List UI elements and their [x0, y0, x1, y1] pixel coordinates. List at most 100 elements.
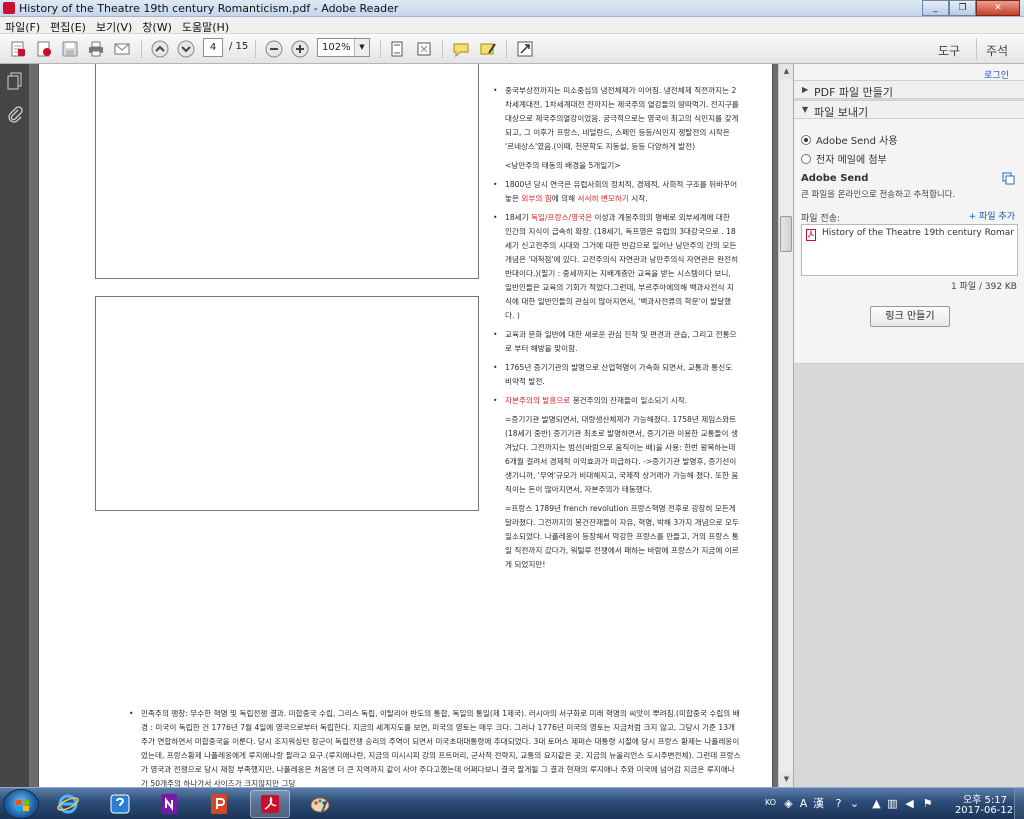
scrollbar-thumb[interactable] [780, 216, 792, 252]
add-file-link[interactable]: + 파일 추가 [969, 209, 1015, 222]
note-paragraph: =프랑스 1789년 french revolution 프랑스혁명 전후로 굉… [493, 502, 739, 572]
document-view[interactable]: 중국부상전까지는 미소중심의 냉전체제가 이어짐. 냉전체제 직전까지는 2차세… [29, 64, 778, 787]
section-create-pdf-label: PDF 파일 만들기 [814, 86, 894, 99]
highlighted-text: 독일/프랑스/영국은 [531, 213, 593, 222]
section-send-files[interactable]: ▼ 파일 보내기 [794, 100, 1024, 119]
tab-tools[interactable]: 도구 [938, 42, 960, 59]
hanja-icon[interactable]: 漢 [812, 797, 825, 810]
adobe-send-description: 큰 파일을 온라인으로 전송하고 추적합니다. [801, 190, 956, 200]
restore-button[interactable]: ❐ [949, 0, 976, 16]
zoom-select[interactable]: 102% ▼ [317, 38, 370, 57]
file-list[interactable]: History of the Theatre 19th century Roma… [801, 224, 1018, 276]
section-create-pdf[interactable]: ▶ PDF 파일 만들기 [794, 80, 1024, 99]
ime-icon[interactable]: ◈ [782, 797, 795, 810]
paint-icon[interactable] [300, 790, 340, 818]
tools-pane: 로그인 ▶ PDF 파일 만들기 ▼ 파일 보내기 Adobe Send 사용 … [793, 64, 1024, 787]
ime-mode-icon[interactable]: A [797, 797, 810, 810]
highlighted-text: 자본주의의 발흥으로 [505, 396, 571, 405]
action-center-icon[interactable]: ⚑ [921, 797, 934, 810]
toolbar-separator [255, 40, 256, 58]
language-indicator[interactable]: KO [765, 798, 776, 807]
note-text: 중국부상전까지는 미소중심의 냉전체제가 이어짐. 냉전체제 직전까지는 2차세… [505, 86, 739, 151]
menu-bar: 파일(F) 편집(E) 보기(V) 창(W) 도움말(H) [0, 17, 1024, 34]
note-bullet: 1765년 증기기관의 발명으로 산업혁명이 가속화 되면서, 교통과 통신도 … [493, 361, 739, 389]
page-notes: 중국부상전까지는 미소중심의 냉전체제가 이어짐. 냉전체제 직전까지는 2차세… [493, 84, 739, 577]
note-bullet: 교육과 문화 일반에 대한 새로운 관심 진작 및 편견과 관습, 그리고 전통… [493, 328, 739, 356]
chevron-down-icon[interactable]: ▼ [354, 39, 369, 56]
pdf-options-icon[interactable] [33, 38, 55, 60]
create-pdf-icon[interactable] [7, 38, 29, 60]
chevron-right-icon: ▶ [802, 85, 809, 94]
ime-tools-icon[interactable]: ⌄ [848, 797, 861, 810]
sticky-note-icon[interactable] [450, 38, 472, 60]
create-link-button[interactable]: 링크 만들기 [870, 306, 950, 327]
minimize-button[interactable]: _ [922, 0, 949, 16]
pane-header: 로그인 [794, 64, 1024, 81]
note-paragraph: <낭만주의 태동의 배경을 5개일기> [493, 159, 739, 173]
powerpoint-icon[interactable] [200, 790, 240, 818]
save-icon[interactable] [59, 38, 81, 60]
zoom-in-icon[interactable] [289, 38, 311, 60]
taskbar: KO ◈ A 漢 ? ⌄ ▲ ▥ ◀ ⚑ 오후 5:17 2017-06-12 [0, 787, 1024, 819]
tab-comment[interactable]: 주석 [986, 42, 1008, 59]
network-icon[interactable]: ▥ [886, 797, 899, 810]
note-bullet: 중국부상전까지는 미소중심의 냉전체제가 이어짐. 냉전체제 직전까지는 2차세… [493, 84, 739, 154]
onenote-icon[interactable] [150, 790, 190, 818]
zoom-out-icon[interactable] [263, 38, 285, 60]
toolbar-separator [442, 40, 443, 58]
highlight-icon[interactable] [477, 38, 499, 60]
menu-file[interactable]: 파일(F) [0, 17, 45, 34]
note-text: 봉건주의의 잔재들이 일소되기 시작. [570, 396, 688, 405]
page-thumbnails-icon[interactable] [7, 72, 23, 90]
scroll-up-icon[interactable]: ▲ [779, 64, 794, 79]
vertical-scrollbar[interactable]: ▲ ▼ [778, 64, 794, 787]
chevron-down-icon: ▼ [802, 105, 809, 114]
close-button[interactable]: ✕ [976, 0, 1020, 16]
adobe-reader-icon [3, 2, 15, 14]
attachments-icon[interactable] [7, 106, 23, 124]
help-icon[interactable]: ? [832, 797, 845, 810]
clock-date[interactable]: 2017-06-12 [949, 805, 1019, 816]
adobe-reader-taskbar-icon[interactable] [250, 790, 290, 818]
page-number-input[interactable]: 4 [203, 38, 223, 57]
adobe-send-icon[interactable] [1002, 172, 1015, 185]
option-email-attach-label: 전자 메일에 첨부 [816, 155, 887, 166]
internet-explorer-icon[interactable] [48, 790, 88, 818]
show-hidden-icons-icon[interactable]: ▲ [870, 797, 883, 810]
volume-icon[interactable]: ◀ [903, 797, 916, 810]
clock-time[interactable]: 오후 5:17 [955, 791, 1015, 806]
full-screen-icon[interactable] [413, 38, 435, 60]
option-adobe-send[interactable]: Adobe Send 사용 [801, 132, 898, 147]
menu-help[interactable]: 도움말(H) [177, 17, 234, 34]
note-bullet: 18세기 독일/프랑스/영국은 이성과 계몽주의의 명배로 외부세계에 대한 인… [493, 211, 739, 323]
menu-edit[interactable]: 편집(E) [45, 17, 91, 34]
scroll-down-icon[interactable]: ▼ [779, 772, 794, 787]
toolbar-separator [380, 40, 381, 58]
highlighted-text: 외부의 힘 [521, 194, 552, 203]
menu-window[interactable]: 창(W) [137, 17, 177, 34]
bottom-note: 민족주의 팽창: 무수한 혁명 및 독립전쟁 결과. 미합중국 수립, 그리스 … [129, 707, 741, 787]
expand-icon[interactable] [514, 38, 536, 60]
print-icon[interactable] [85, 38, 107, 60]
tab-separator [976, 38, 977, 60]
show-desktop-button[interactable] [1014, 788, 1024, 819]
note-text: 18세기 [505, 213, 532, 222]
window-title: History of the Theatre 19th century Roma… [19, 2, 399, 15]
adobe-send-title: Adobe Send [801, 173, 869, 184]
help-app-icon[interactable] [100, 790, 140, 818]
fit-page-icon[interactable] [386, 38, 408, 60]
email-icon[interactable] [111, 38, 133, 60]
windows-logo-icon [16, 800, 29, 811]
menu-view[interactable]: 보기(V) [91, 17, 137, 34]
note-text: =증기기관 발명되면서, 대량생산체제가 가능해졌다. 1758년 제임스와트(… [505, 415, 739, 494]
previous-page-icon[interactable] [149, 38, 171, 60]
option-email-attach[interactable]: 전자 메일에 첨부 [801, 151, 887, 166]
pdf-page: 중국부상전까지는 미소중심의 냉전체제가 이어짐. 냉전체제 직전까지는 2차세… [38, 64, 773, 787]
radio-selected-icon[interactable] [801, 134, 811, 145]
toolbar-separator [506, 40, 507, 58]
note-bullet: 1800년 당시 연극은 유럽사회의 정치적, 경제적, 사회적 구조를 뒤바꾸… [493, 178, 739, 206]
next-page-icon[interactable] [175, 38, 197, 60]
start-button[interactable] [3, 789, 39, 819]
radio-unselected-icon[interactable] [801, 153, 811, 164]
section-send-files-label: 파일 보내기 [814, 106, 869, 119]
